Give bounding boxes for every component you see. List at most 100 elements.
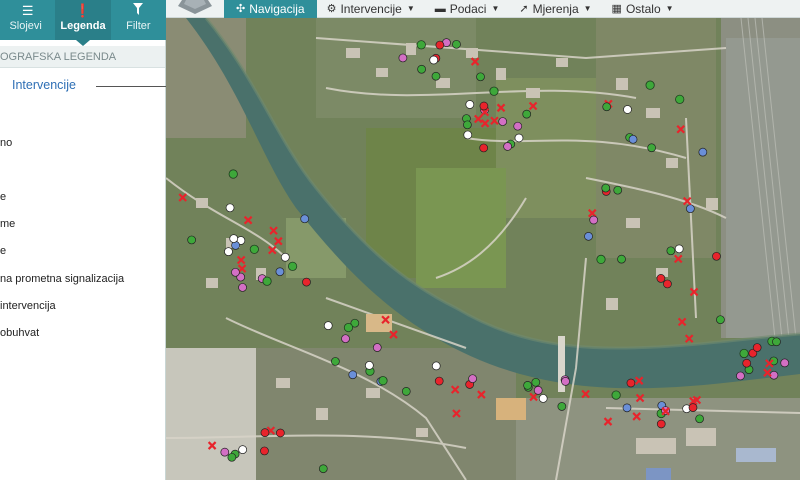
intervention-point-marker[interactable] [780, 358, 790, 368]
intervention-point-marker[interactable] [656, 274, 666, 283]
legend-section-title[interactable]: Intervencije [12, 78, 76, 92]
intervention-point-marker[interactable] [463, 120, 472, 130]
intervention-point-marker[interactable] [260, 446, 269, 456]
intervention-point-marker[interactable] [429, 55, 439, 65]
intervention-point-marker[interactable] [434, 376, 444, 386]
intervention-point-marker[interactable] [742, 358, 752, 368]
tab-filter[interactable]: Filter [111, 0, 166, 40]
intervention-point-marker[interactable] [468, 374, 477, 384]
intervention-point-marker[interactable] [698, 147, 708, 157]
signal-marker[interactable] [645, 80, 655, 90]
signal-marker[interactable] [416, 40, 426, 50]
intervention-point-marker[interactable] [463, 130, 473, 140]
intervention-point-marker[interactable] [523, 381, 532, 390]
intervention-point-marker[interactable] [323, 321, 333, 330]
intervention-point-marker[interactable] [276, 428, 285, 438]
signal-marker[interactable] [287, 261, 298, 271]
intervention-point-marker[interactable] [622, 403, 632, 413]
intervention-point-marker[interactable] [538, 394, 548, 403]
intervention-point-marker[interactable] [238, 445, 247, 454]
intervention-point-marker[interactable] [224, 247, 233, 256]
intervention-point-marker[interactable] [626, 378, 636, 388]
nav-ostalo[interactable]: ▦ Ostalo ▼ [602, 0, 684, 18]
intervention-point-marker[interactable] [348, 370, 358, 380]
intervention-point-marker[interactable] [674, 244, 684, 254]
intervention-point-marker[interactable] [238, 283, 247, 292]
intervention-point-marker[interactable] [220, 447, 230, 457]
intervention-point-marker[interactable] [465, 100, 475, 109]
intervention-point-marker[interactable] [531, 377, 541, 387]
intervention-point-marker[interactable] [318, 464, 328, 474]
intervention-point-marker[interactable] [602, 102, 612, 112]
intervention-point-marker[interactable] [557, 402, 567, 411]
intervention-point-marker[interactable] [372, 343, 382, 352]
nav-podaci[interactable]: ▬ Podaci ▼ [425, 0, 510, 18]
intervention-point-marker[interactable] [364, 361, 374, 370]
intervention-point-marker[interactable] [584, 231, 593, 241]
intervention-point-marker[interactable] [431, 71, 441, 81]
intervention-point-marker[interactable] [513, 121, 523, 131]
intervention-point-marker[interactable] [561, 377, 570, 386]
intervention-point-marker[interactable] [663, 279, 672, 289]
intervention-point-marker[interactable] [716, 315, 725, 325]
intervention-point-marker[interactable] [227, 452, 237, 462]
intervention-point-marker[interactable] [601, 183, 611, 193]
map-svg[interactable] [166, 18, 800, 480]
intervention-point-marker[interactable] [275, 267, 285, 277]
intervention-point-marker[interactable] [280, 252, 290, 262]
signal-marker[interactable] [228, 169, 238, 179]
intervention-point-marker[interactable] [231, 267, 240, 277]
intervention-point-marker[interactable] [187, 235, 196, 245]
intervention-point-marker[interactable] [302, 277, 311, 287]
intervention-point-marker[interactable] [225, 203, 235, 213]
intervention-point-marker[interactable] [752, 343, 762, 352]
intervention-point-marker[interactable] [772, 337, 781, 347]
app-logo[interactable] [166, 0, 224, 18]
intervention-point-marker[interactable] [613, 185, 623, 195]
intervention-point-marker[interactable] [300, 214, 310, 224]
intervention-point-marker[interactable] [452, 39, 461, 49]
tab-legenda[interactable]: ❗ Legenda [55, 0, 111, 46]
intervention-point-marker[interactable] [656, 419, 666, 429]
signal-marker[interactable] [611, 390, 621, 400]
intervention-point-marker[interactable] [503, 142, 512, 151]
intervention-point-marker[interactable] [341, 334, 350, 344]
intervention-point-marker[interactable] [695, 414, 704, 424]
signal-marker[interactable] [596, 254, 606, 264]
intervention-point-marker[interactable] [479, 143, 489, 153]
intervention-point-marker[interactable] [401, 387, 411, 396]
intervention-point-marker[interactable] [617, 254, 626, 264]
intervention-point-marker[interactable] [331, 357, 340, 366]
signal-marker[interactable] [675, 94, 685, 104]
intervention-point-marker[interactable] [712, 251, 721, 261]
tab-slojevi[interactable]: ☰ Slojevi [0, 0, 55, 40]
intervention-point-marker[interactable] [666, 246, 676, 256]
signal-marker[interactable] [489, 86, 499, 96]
intervention-point-marker[interactable] [435, 40, 445, 50]
signal-marker[interactable] [739, 348, 749, 359]
intervention-point-marker[interactable] [736, 371, 745, 381]
intervention-point-marker[interactable] [498, 117, 508, 126]
intervention-point-marker[interactable] [628, 134, 638, 144]
intervention-point-marker[interactable] [431, 361, 441, 371]
nav-intervencije[interactable]: ⚙ Intervencije ▼ [317, 0, 425, 18]
signal-marker[interactable] [249, 244, 259, 254]
signal-marker[interactable] [343, 322, 354, 333]
intervention-point-marker[interactable] [417, 64, 426, 74]
intervention-point-marker[interactable] [514, 133, 524, 143]
nav-mjerenja[interactable]: ➚ Mjerenja ▼ [509, 0, 601, 18]
intervention-point-marker[interactable] [229, 234, 239, 243]
intervention-point-marker[interactable] [533, 386, 543, 395]
signal-marker[interactable] [262, 276, 272, 286]
intervention-point-marker[interactable] [398, 53, 408, 63]
intervention-point-marker[interactable] [522, 109, 532, 119]
intervention-point-marker[interactable] [686, 204, 695, 214]
intervention-point-marker[interactable] [688, 403, 698, 412]
signal-marker[interactable] [378, 376, 388, 386]
nav-navigacija[interactable]: ✣ Navigacija [224, 0, 317, 18]
intervention-point-marker[interactable] [476, 72, 485, 82]
intervention-point-marker[interactable] [589, 215, 599, 225]
intervention-point-marker[interactable] [623, 105, 632, 114]
intervention-point-marker[interactable] [647, 143, 656, 153]
intervention-point-marker[interactable] [479, 101, 489, 111]
